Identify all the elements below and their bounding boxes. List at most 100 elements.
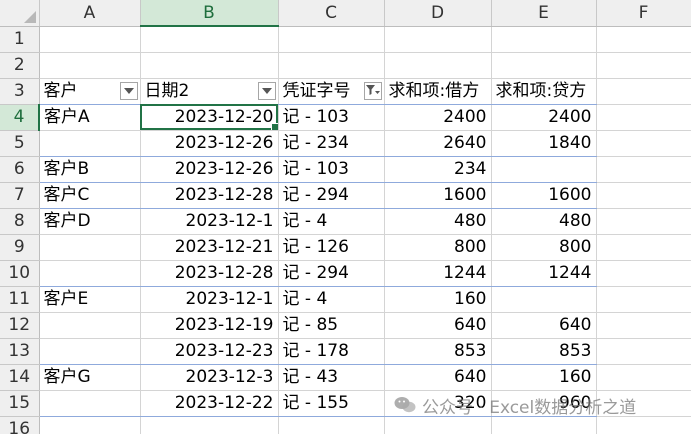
cell-c16[interactable] (278, 416, 385, 434)
pivot-cell-voucher[interactable]: 记 - 294 (278, 260, 385, 287)
pivot-cell-credit[interactable]: 480 (491, 208, 597, 235)
cell-a16[interactable] (39, 416, 141, 434)
cell-e1[interactable] (491, 26, 597, 53)
row-header-9[interactable]: 9 (0, 234, 40, 261)
cell-b1[interactable] (140, 26, 279, 53)
pivot-cell-date[interactable]: 2023-12-1 (140, 208, 279, 235)
cell-f15[interactable] (596, 390, 691, 417)
cell-f7[interactable] (596, 182, 691, 209)
pivot-cell-debit[interactable]: 640 (384, 364, 492, 391)
date-filter-button[interactable] (257, 81, 276, 100)
pivot-cell-voucher[interactable]: 记 - 103 (278, 104, 385, 131)
pivot-cell-credit[interactable]: 1840 (491, 130, 597, 157)
pivot-cell-voucher[interactable]: 记 - 126 (278, 234, 385, 261)
cell-f6[interactable] (596, 156, 691, 183)
cell-c2[interactable] (278, 52, 385, 79)
pivot-cell-credit[interactable]: 800 (491, 234, 597, 261)
column-header-d[interactable]: D (384, 0, 492, 27)
row-header-14[interactable]: 14 (0, 364, 40, 391)
row-header-4[interactable]: 4 (0, 104, 40, 131)
cell-f12[interactable] (596, 312, 691, 339)
pivot-cell-date[interactable]: 2023-12-28 (140, 260, 279, 287)
pivot-cell-customer[interactable] (39, 312, 141, 339)
pivot-cell-date-active[interactable]: 2023-12-20 (140, 104, 279, 131)
cell-f4[interactable] (596, 104, 691, 131)
pivot-cell-voucher[interactable]: 记 - 4 (278, 208, 385, 235)
pivot-header-customer[interactable]: 客户 (39, 78, 141, 105)
pivot-cell-date[interactable]: 2023-12-28 (140, 182, 279, 209)
pivot-cell-customer[interactable]: 客户G (39, 364, 141, 391)
cell-f2[interactable] (596, 52, 691, 79)
pivot-cell-date[interactable]: 2023-12-26 (140, 130, 279, 157)
pivot-cell-voucher[interactable]: 记 - 294 (278, 182, 385, 209)
row-header-10[interactable]: 10 (0, 260, 40, 287)
cell-b2[interactable] (140, 52, 279, 79)
pivot-cell-debit[interactable]: 1244 (384, 260, 492, 287)
pivot-cell-customer[interactable] (39, 390, 141, 417)
pivot-header-credit[interactable]: 求和项:贷方 (491, 78, 597, 105)
fill-handle[interactable] (270, 122, 277, 129)
voucher-filter-button[interactable] (363, 81, 382, 100)
pivot-cell-debit[interactable]: 2400 (384, 104, 492, 131)
cell-e16[interactable] (491, 416, 597, 434)
pivot-cell-date[interactable]: 2023-12-26 (140, 156, 279, 183)
pivot-header-voucher[interactable]: 凭证字号 (278, 78, 385, 105)
cell-e2[interactable] (491, 52, 597, 79)
pivot-cell-customer[interactable]: 客户A (39, 104, 141, 131)
pivot-cell-debit[interactable]: 480 (384, 208, 492, 235)
cell-a1[interactable] (39, 26, 141, 53)
pivot-cell-voucher[interactable]: 记 - 103 (278, 156, 385, 183)
cell-f9[interactable] (596, 234, 691, 261)
row-header-2[interactable]: 2 (0, 52, 40, 79)
cell-f13[interactable] (596, 338, 691, 365)
pivot-cell-voucher[interactable]: 记 - 43 (278, 364, 385, 391)
column-header-e[interactable]: E (491, 0, 597, 27)
pivot-cell-customer[interactable]: 客户E (39, 286, 141, 313)
pivot-cell-credit[interactable]: 1600 (491, 182, 597, 209)
cell-b16[interactable] (140, 416, 279, 434)
pivot-header-debit[interactable]: 求和项:借方 (384, 78, 492, 105)
row-header-15[interactable]: 15 (0, 390, 40, 417)
pivot-cell-credit[interactable]: 640 (491, 312, 597, 339)
pivot-cell-debit[interactable]: 320 (384, 390, 492, 417)
select-all-button[interactable] (0, 0, 40, 27)
pivot-cell-debit[interactable]: 234 (384, 156, 492, 183)
pivot-cell-customer[interactable]: 客户B (39, 156, 141, 183)
pivot-cell-customer[interactable] (39, 234, 141, 261)
pivot-cell-credit[interactable]: 2400 (491, 104, 597, 131)
cell-d2[interactable] (384, 52, 492, 79)
column-header-c[interactable]: C (278, 0, 385, 27)
row-header-1[interactable]: 1 (0, 26, 40, 53)
pivot-cell-credit[interactable]: 1244 (491, 260, 597, 287)
pivot-cell-date[interactable]: 2023-12-3 (140, 364, 279, 391)
pivot-header-date[interactable]: 日期2 (140, 78, 279, 105)
pivot-cell-debit[interactable]: 800 (384, 234, 492, 261)
pivot-cell-customer[interactable]: 客户C (39, 182, 141, 209)
pivot-cell-credit[interactable]: 960 (491, 390, 597, 417)
cell-f10[interactable] (596, 260, 691, 287)
pivot-cell-voucher[interactable]: 记 - 178 (278, 338, 385, 365)
row-header-16[interactable]: 16 (0, 416, 40, 434)
cell-c1[interactable] (278, 26, 385, 53)
pivot-cell-date[interactable]: 2023-12-1 (140, 286, 279, 313)
pivot-cell-credit[interactable]: 853 (491, 338, 597, 365)
pivot-cell-date[interactable]: 2023-12-23 (140, 338, 279, 365)
row-header-7[interactable]: 7 (0, 182, 40, 209)
cell-f1[interactable] (596, 26, 691, 53)
pivot-cell-voucher[interactable]: 记 - 4 (278, 286, 385, 313)
cell-f16[interactable] (596, 416, 691, 434)
cell-d16[interactable] (384, 416, 492, 434)
customer-filter-button[interactable] (119, 81, 138, 100)
column-header-a[interactable]: A (39, 0, 141, 27)
pivot-cell-customer[interactable] (39, 130, 141, 157)
row-header-5[interactable]: 5 (0, 130, 40, 157)
pivot-cell-customer[interactable] (39, 260, 141, 287)
pivot-cell-customer[interactable]: 客户D (39, 208, 141, 235)
pivot-cell-debit[interactable]: 2640 (384, 130, 492, 157)
pivot-cell-debit[interactable]: 1600 (384, 182, 492, 209)
pivot-cell-credit[interactable] (491, 156, 597, 183)
cell-d1[interactable] (384, 26, 492, 53)
pivot-cell-date[interactable]: 2023-12-21 (140, 234, 279, 261)
pivot-cell-voucher[interactable]: 记 - 155 (278, 390, 385, 417)
pivot-cell-debit[interactable]: 640 (384, 312, 492, 339)
